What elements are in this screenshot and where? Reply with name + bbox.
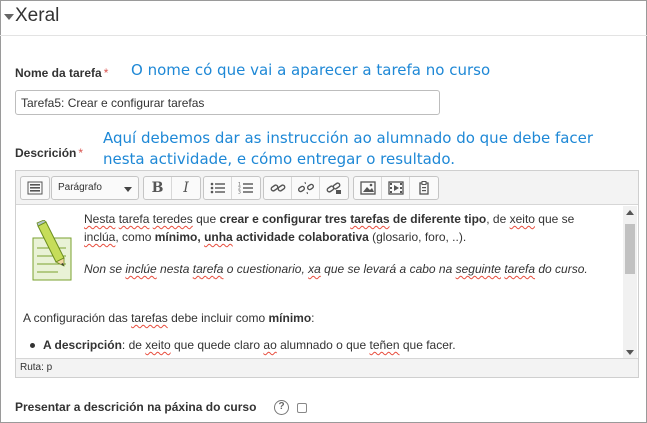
collapse-caret-icon[interactable] bbox=[4, 14, 14, 20]
show-description-checkbox[interactable] bbox=[297, 403, 307, 413]
media-group bbox=[353, 176, 439, 200]
numbered-list-icon[interactable]: 123 bbox=[232, 177, 260, 199]
section-title: Xeral bbox=[15, 5, 60, 26]
scroll-thumb[interactable] bbox=[625, 224, 635, 274]
chevron-down-icon bbox=[124, 187, 132, 192]
bullet-icon bbox=[30, 343, 35, 349]
content-paragraph: Non se inclúe nesta tarefa o cuestionari… bbox=[84, 262, 588, 276]
list-group: 123 bbox=[203, 176, 261, 200]
image-icon[interactable] bbox=[354, 177, 382, 199]
media-icon[interactable] bbox=[382, 177, 410, 199]
section-header[interactable]: Xeral bbox=[0, 0, 647, 36]
link-icon[interactable] bbox=[264, 177, 292, 199]
name-label: Nome da tarefa * bbox=[15, 66, 109, 80]
bold-button[interactable]: B bbox=[144, 177, 172, 199]
help-icon[interactable]: ? bbox=[274, 400, 289, 415]
editor-toolbar: Parágrafo B I 123 bbox=[16, 171, 638, 205]
list-item: A descripción: de xeito que quede claro … bbox=[30, 336, 456, 354]
text-style-group: B I bbox=[143, 176, 201, 200]
required-mark: * bbox=[78, 146, 84, 160]
scroll-up-icon[interactable] bbox=[626, 210, 634, 215]
anchor-link-icon[interactable] bbox=[320, 177, 348, 199]
italic-button[interactable]: I bbox=[172, 177, 200, 199]
paragraph-format-select[interactable]: Parágrafo bbox=[51, 176, 139, 200]
name-annotation: O nome có que vai a aparecer a tarefa no… bbox=[131, 61, 491, 79]
svg-text:3: 3 bbox=[238, 190, 241, 196]
editor-content[interactable]: Nesta tarefa teredes que crear e configu… bbox=[16, 206, 622, 359]
scroll-down-icon[interactable] bbox=[626, 350, 634, 355]
toolbar-toggle-icon[interactable] bbox=[21, 177, 49, 199]
unlink-icon[interactable] bbox=[292, 177, 320, 199]
toolbar-toggle-group bbox=[20, 176, 50, 200]
content-paragraph: Nesta tarefa teredes que crear e configu… bbox=[84, 212, 575, 244]
description-annotation-line1: Aquí debemos dar as instrucción ao alumn… bbox=[103, 129, 594, 147]
description-editor[interactable]: Parágrafo B I 123 Nesta tarefa teredes q… bbox=[15, 170, 639, 378]
editor-status-path: Ruta: p bbox=[16, 358, 638, 377]
content-paragraph: A configuración das tarefas debe incluir… bbox=[23, 311, 315, 325]
pencil-paper-icon bbox=[32, 220, 72, 281]
description-label: Descrición * bbox=[15, 146, 84, 160]
show-description-label: Presentar a descrición na páxina do curs… bbox=[15, 400, 257, 414]
bullet-list-icon[interactable] bbox=[204, 177, 232, 199]
link-group bbox=[263, 176, 349, 200]
name-input[interactable] bbox=[15, 90, 440, 115]
required-mark: * bbox=[103, 66, 109, 80]
manage-files-icon[interactable] bbox=[410, 177, 438, 199]
description-annotation-line2: nesta actividade, e cómo entregar o resu… bbox=[103, 150, 456, 168]
editor-scrollbar[interactable] bbox=[623, 206, 637, 359]
